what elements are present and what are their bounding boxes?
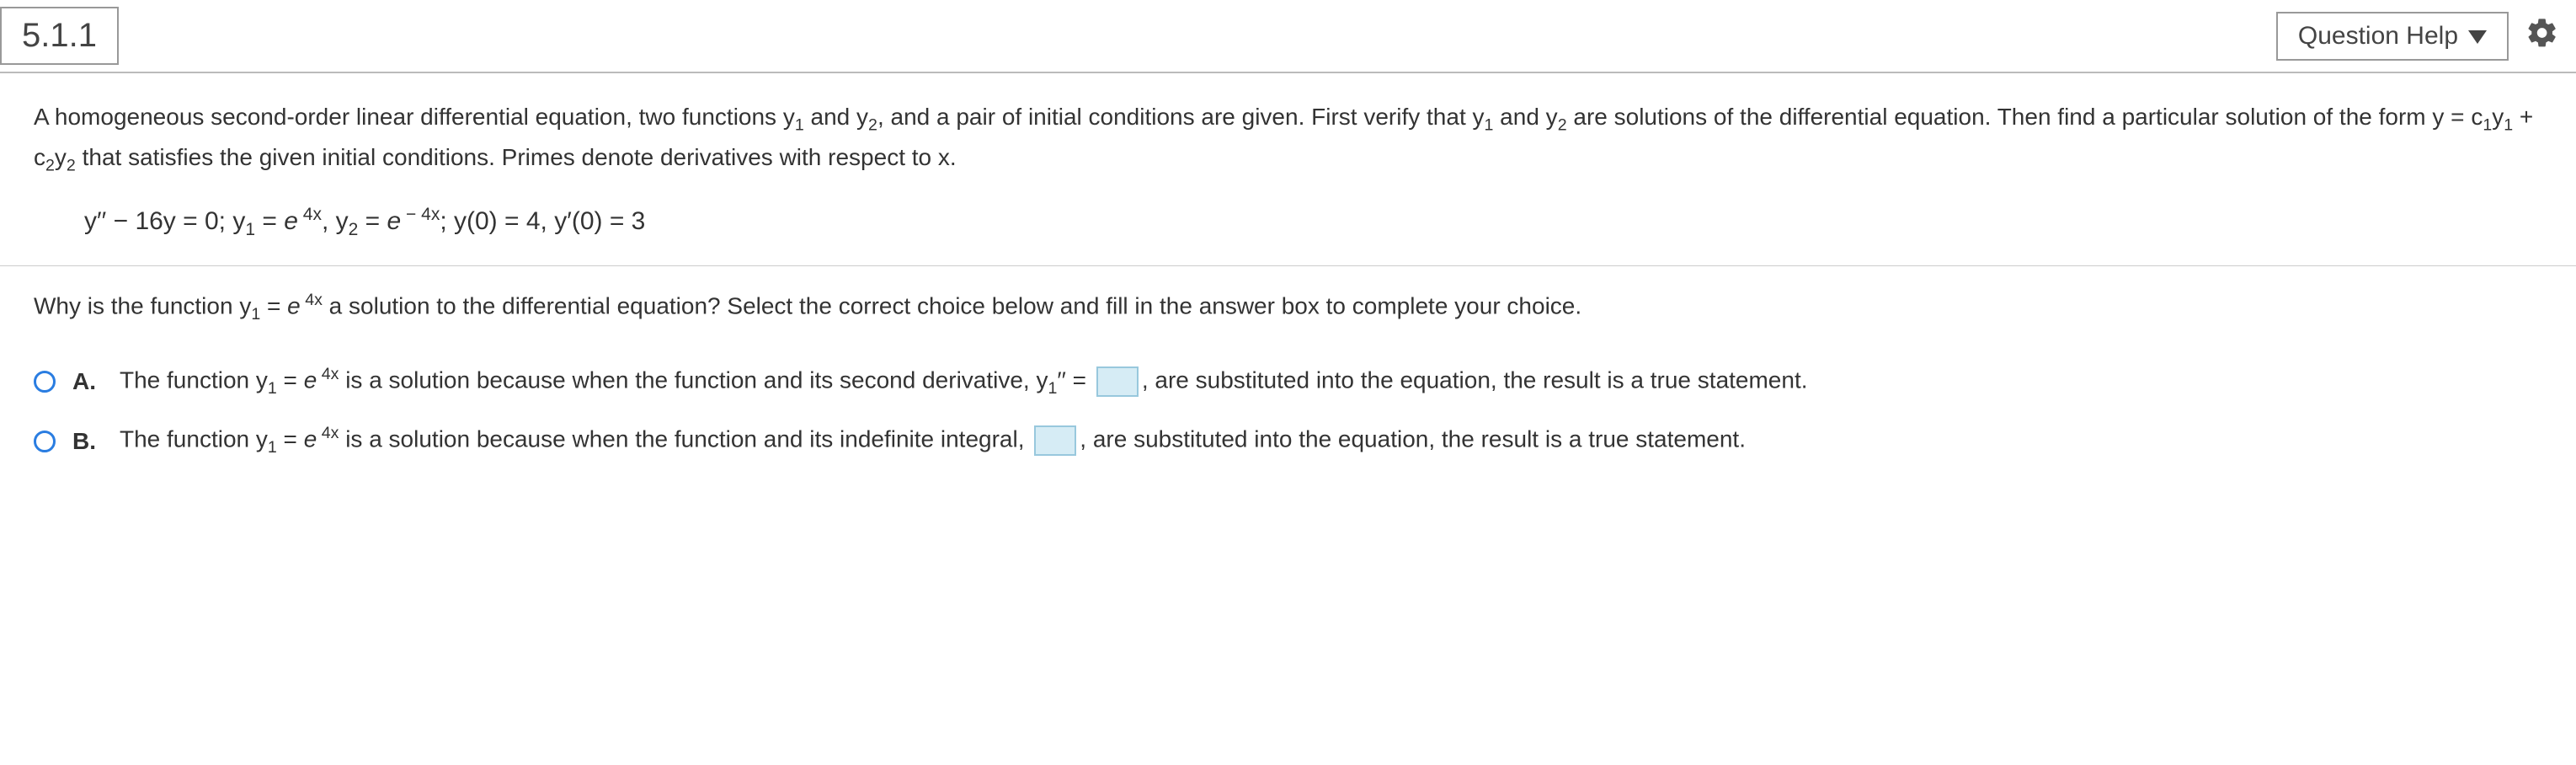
choice-b-row: B. The function y1 = e 4x is a solution … xyxy=(34,420,2542,461)
choice-b-label: B. xyxy=(72,428,103,455)
sup: 4x xyxy=(298,205,322,224)
radio-b[interactable] xyxy=(34,431,56,452)
text: y′′ − 16y = 0; y xyxy=(84,207,245,235)
sup: − 4x xyxy=(401,205,440,224)
sub: 1 xyxy=(2483,116,2492,135)
sub: 2 xyxy=(349,220,359,239)
text: is a solution because when the function … xyxy=(339,426,1031,452)
text: that satisfies the given initial conditi… xyxy=(76,144,957,170)
text: e xyxy=(304,426,317,452)
sup: 4x xyxy=(317,365,339,383)
choice-a-row: A. The function y1 = e 4x is a solution … xyxy=(34,361,2542,402)
text: A homogeneous second-order linear differ… xyxy=(34,104,795,130)
text: e xyxy=(287,292,301,318)
problem-description: A homogeneous second-order linear differ… xyxy=(34,99,2542,179)
sup: 4x xyxy=(301,291,323,309)
question-prompt: Why is the function y1 = e 4x a solution… xyxy=(34,287,2542,328)
text: e xyxy=(387,207,402,235)
text: Why is the function y xyxy=(34,292,251,318)
text: = xyxy=(277,426,304,452)
question-number: 5.1.1 xyxy=(22,17,97,54)
divider xyxy=(0,265,2576,266)
settings-button[interactable] xyxy=(2525,16,2559,56)
text: y xyxy=(55,144,67,170)
answer-input-a[interactable] xyxy=(1096,366,1139,397)
sub: 2 xyxy=(1558,116,1567,135)
sub: 1 xyxy=(2504,116,2513,135)
text: , and a pair of initial conditions are g… xyxy=(877,104,1485,130)
sub: 2 xyxy=(868,116,877,135)
text: e xyxy=(284,207,298,235)
help-label: Question Help xyxy=(2298,22,2458,51)
radio-a[interactable] xyxy=(34,371,56,393)
equation-display: y′′ − 16y = 0; y1 = e 4x, y2 = e − 4x; y… xyxy=(84,205,2542,240)
sub: 1 xyxy=(1485,116,1494,135)
answer-input-b[interactable] xyxy=(1034,425,1076,456)
text: e xyxy=(304,366,317,393)
header-right: Question Help xyxy=(2276,12,2559,61)
text: = xyxy=(358,207,387,235)
text: , y xyxy=(322,207,349,235)
text: and y xyxy=(804,104,868,130)
content-area: A homogeneous second-order linear differ… xyxy=(0,73,2576,489)
gear-icon xyxy=(2525,16,2559,56)
choice-b-text: The function y1 = e 4x is a solution bec… xyxy=(120,420,1746,461)
text: a solution to the differential equation?… xyxy=(323,292,1581,318)
text: and y xyxy=(1493,104,1557,130)
sub: 1 xyxy=(245,220,255,239)
chevron-down-icon xyxy=(2468,22,2487,51)
text: = xyxy=(255,207,284,235)
question-number-box: 5.1.1 xyxy=(0,7,119,65)
header-bar: 5.1.1 Question Help xyxy=(0,0,2576,73)
sub: 1 xyxy=(268,438,277,457)
text: , are substituted into the equation, the… xyxy=(1142,366,1808,393)
text: ′′ = xyxy=(1057,366,1092,393)
sub: 2 xyxy=(67,157,76,175)
text: The function y xyxy=(120,426,268,452)
sub: 2 xyxy=(45,157,55,175)
text: = xyxy=(277,366,304,393)
text: = xyxy=(260,292,287,318)
text: , are substituted into the equation, the… xyxy=(1080,426,1746,452)
choice-a-label: A. xyxy=(72,368,103,395)
text: ; y(0) = 4, y′(0) = 3 xyxy=(440,207,645,235)
text: is a solution because when the function … xyxy=(339,366,1048,393)
sub: 1 xyxy=(268,379,277,398)
question-help-button[interactable]: Question Help xyxy=(2276,12,2509,61)
text: The function y xyxy=(120,366,268,393)
text: y xyxy=(2492,104,2504,130)
choice-a-text: The function y1 = e 4x is a solution bec… xyxy=(120,361,1808,402)
text: are solutions of the differential equati… xyxy=(1567,104,2483,130)
sub: 1 xyxy=(251,305,260,324)
sub: 1 xyxy=(795,116,804,135)
sub: 1 xyxy=(1048,379,1058,398)
sup: 4x xyxy=(317,424,339,442)
